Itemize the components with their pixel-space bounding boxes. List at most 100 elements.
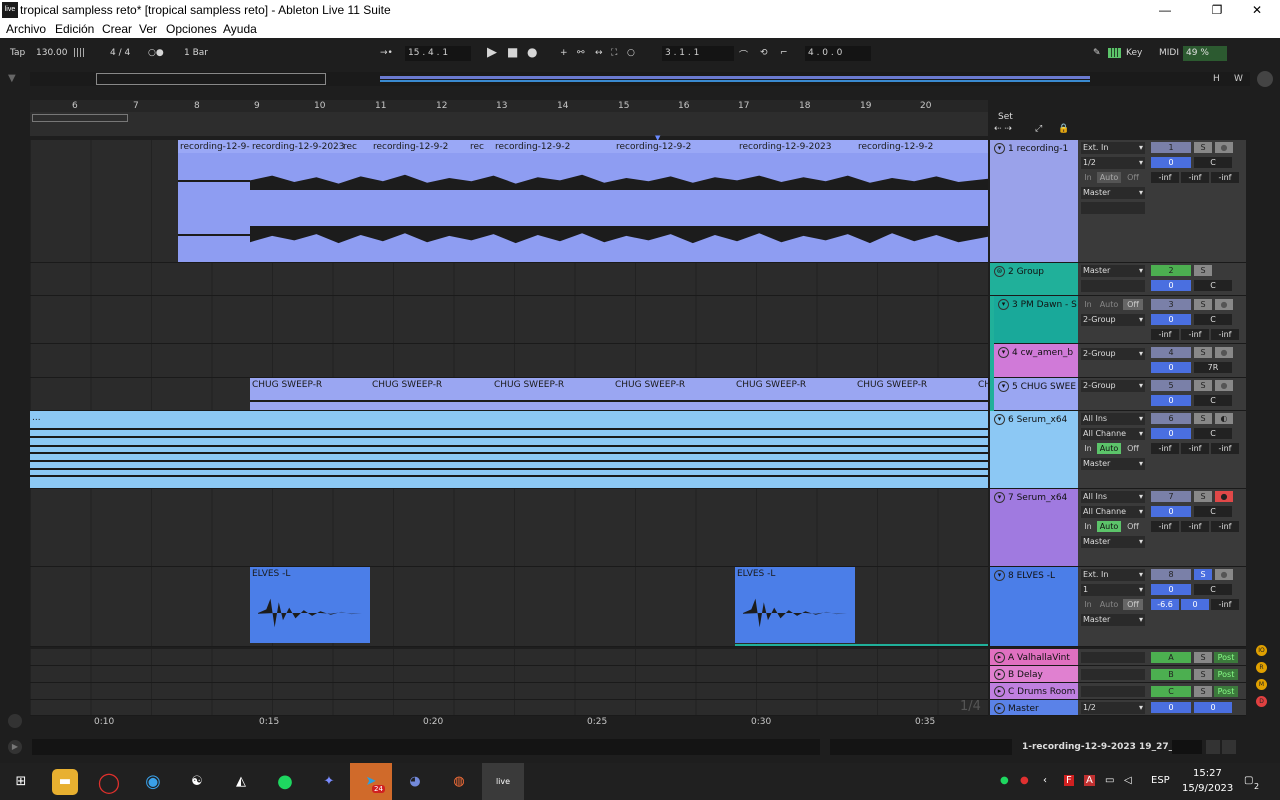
loop-brace[interactable]: [32, 114, 128, 122]
solo-button[interactable]: S: [1194, 265, 1212, 276]
solo-button[interactable]: S: [1194, 380, 1212, 391]
track-lane-6[interactable]: ...: [30, 411, 988, 489]
clip-view-toggle-icon[interactable]: [1222, 740, 1236, 754]
post-button[interactable]: Post: [1214, 669, 1238, 680]
fold-icon[interactable]: ▸: [994, 703, 1005, 714]
monitor-in-button[interactable]: In: [1081, 599, 1095, 610]
discord-icon[interactable]: ◕: [402, 769, 428, 795]
monitor-in-button[interactable]: In: [1081, 172, 1095, 183]
overview-viewport[interactable]: [96, 73, 326, 85]
record-icon[interactable]: ●: [527, 45, 537, 59]
tray-f-icon[interactable]: F: [1064, 775, 1074, 786]
firefox-icon[interactable]: ◍: [446, 769, 472, 795]
tray-app-icon[interactable]: A: [1084, 775, 1095, 786]
menu-edicion[interactable]: Edición: [55, 22, 94, 36]
volume-icon[interactable]: ◁: [1124, 775, 1132, 786]
capture-icon[interactable]: ⛶: [611, 48, 617, 58]
monitor-off-button[interactable]: Off: [1123, 443, 1143, 454]
loop-switch-icon[interactable]: ⟲: [760, 48, 768, 58]
output-select[interactable]: 2-Group: [1081, 314, 1145, 326]
track-activator[interactable]: 1: [1151, 142, 1191, 153]
menu-crear[interactable]: Crear: [102, 22, 132, 36]
draw-mode-icon[interactable]: ✎: [1093, 48, 1101, 58]
returns-toggle-button[interactable]: R: [1256, 662, 1267, 673]
output-select[interactable]: Master: [1081, 536, 1145, 548]
fold-icon[interactable]: ▾: [994, 492, 1005, 503]
bird-app-icon[interactable]: ✦: [316, 769, 342, 795]
track-lane-7[interactable]: [30, 489, 988, 567]
overdub-icon[interactable]: +: [560, 48, 568, 58]
mixer-toggle-button[interactable]: M: [1256, 679, 1267, 690]
volume-value[interactable]: -inf: [1151, 443, 1179, 454]
windows-start-icon[interactable]: ⊞: [8, 769, 34, 795]
h-toggle-button[interactable]: H: [1213, 74, 1220, 84]
fold-icon[interactable]: ▾: [998, 381, 1009, 392]
punch-out-icon[interactable]: ⌐: [780, 48, 788, 58]
track-activator[interactable]: 3: [1151, 299, 1191, 310]
midi-clip[interactable]: ...: [30, 411, 988, 488]
nudge-icon[interactable]: ||||: [73, 48, 85, 58]
pan-value[interactable]: 0: [1151, 506, 1191, 517]
fold-icon[interactable]: ▾: [994, 570, 1005, 581]
track-lane-5[interactable]: CHUG SWEEP-R CHUG SWEEP-R CHUG SWEEP-R C…: [30, 378, 988, 411]
menu-opciones[interactable]: Opciones: [166, 22, 217, 36]
input-channel-select[interactable]: All Channe: [1081, 506, 1145, 518]
solo-button[interactable]: S: [1194, 413, 1212, 424]
track-lane-2[interactable]: [30, 263, 988, 296]
volume-value[interactable]: -6.6: [1151, 599, 1179, 610]
track-header-3[interactable]: ▾ 3 PM Dawn - S: [994, 296, 1078, 344]
track-view-toggle-icon[interactable]: [1206, 740, 1220, 754]
return-header-a[interactable]: ▸ A ValhallaVint: [990, 649, 1078, 666]
group-icon[interactable]: ⊜: [994, 266, 1005, 277]
steam-icon[interactable]: ☯: [184, 769, 210, 795]
pan-value[interactable]: 0: [1151, 157, 1191, 168]
return-lane-a[interactable]: [30, 649, 988, 666]
output-channel-select[interactable]: [1081, 202, 1145, 214]
edge-icon[interactable]: ◉: [140, 769, 166, 795]
monitor-off-button[interactable]: Off: [1123, 172, 1143, 183]
io-toggle-button[interactable]: IO: [1256, 645, 1267, 656]
monitor-in-button[interactable]: In: [1081, 299, 1095, 310]
track-activator[interactable]: 4: [1151, 347, 1191, 358]
center-button[interactable]: C: [1194, 506, 1232, 517]
volume-value[interactable]: -inf: [1151, 521, 1179, 532]
punch-in-icon[interactable]: ⌒: [739, 48, 748, 61]
output-select[interactable]: Master: [1081, 458, 1145, 470]
loop-length[interactable]: 4 . 0 . 0: [805, 46, 871, 61]
arm-button[interactable]: ●: [1215, 299, 1233, 310]
song-position[interactable]: 15 . 4 . 1: [405, 46, 471, 61]
stop-icon[interactable]: ■: [507, 45, 518, 59]
arm-button[interactable]: ◐: [1215, 413, 1233, 424]
tap-button[interactable]: Tap: [10, 48, 25, 58]
fold-icon[interactable]: ▾: [994, 143, 1005, 154]
track-header-2[interactable]: ⊜ 2 Group: [990, 263, 1078, 296]
monitor-off-button[interactable]: Off: [1123, 299, 1143, 310]
return-lane-c[interactable]: [30, 683, 988, 700]
input-type-select[interactable]: Ext. In: [1081, 142, 1145, 154]
reenable-automation-icon[interactable]: ↔: [595, 48, 603, 58]
fold-icon[interactable]: ▸: [994, 686, 1005, 697]
post-button[interactable]: Post: [1214, 652, 1238, 663]
fox-app-icon[interactable]: ◭: [228, 769, 254, 795]
track-activator[interactable]: 5: [1151, 380, 1191, 391]
computer-keyboard-icon[interactable]: |||: [1108, 48, 1122, 58]
solo-button[interactable]: S: [1194, 686, 1212, 697]
track-activator[interactable]: 2: [1151, 265, 1191, 276]
play-icon[interactable]: ▶: [487, 45, 497, 60]
monitor-off-button[interactable]: Off: [1123, 599, 1143, 610]
opera-icon[interactable]: ◯: [96, 769, 122, 795]
close-button[interactable]: ✕: [1234, 0, 1280, 20]
pan-readout[interactable]: 7R: [1194, 362, 1232, 373]
expand-icon[interactable]: ⤢: [1035, 124, 1042, 134]
fold-icon[interactable]: ▾: [998, 347, 1009, 358]
solo-button[interactable]: S: [1194, 569, 1212, 580]
audio-clip[interactable]: recording-12-9- recording-12-9-2023 rec …: [178, 140, 988, 262]
locator-nav-icon[interactable]: ⇠ ⇢: [994, 124, 1012, 134]
track-activator[interactable]: 7: [1151, 491, 1191, 502]
output-select[interactable]: Master: [1081, 614, 1145, 626]
solo-button[interactable]: S: [1194, 299, 1212, 310]
automation-arm-icon[interactable]: ⚯: [577, 48, 585, 58]
output-select[interactable]: 2-Group: [1081, 380, 1145, 392]
monitor-auto-button[interactable]: Auto: [1097, 299, 1121, 310]
monitor-auto-button[interactable]: Auto: [1097, 443, 1121, 454]
